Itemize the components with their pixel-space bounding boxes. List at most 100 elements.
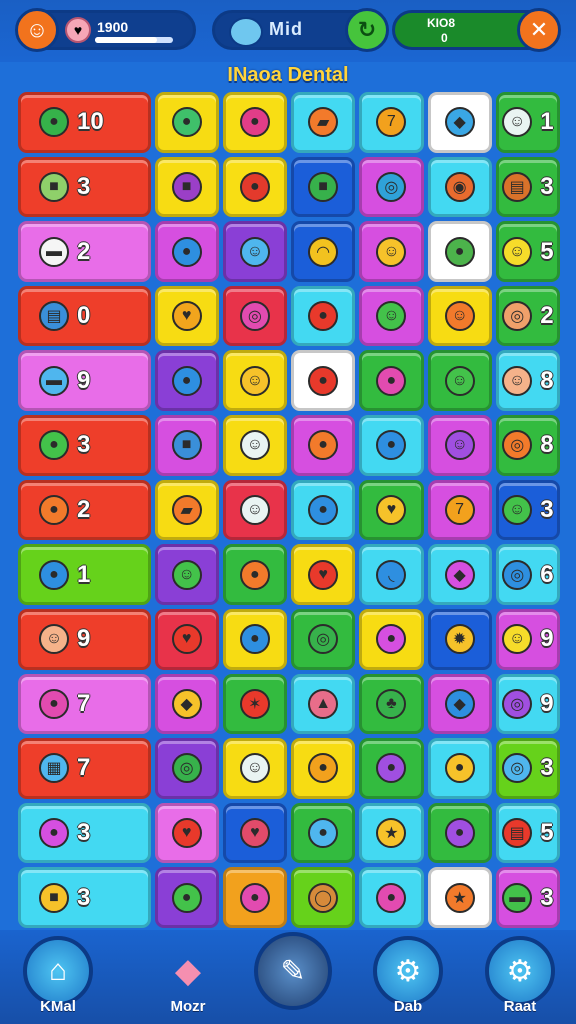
tile-r7-c5[interactable]: ◟ [359, 544, 424, 605]
tile-r8-c2[interactable]: ♥ [154, 608, 219, 670]
tile-r6-c5[interactable]: ♥ [359, 479, 424, 541]
tile-r7-c7[interactable]: ◎ 6 [495, 544, 560, 605]
tile-r1-c7[interactable]: ▤ 3 [495, 156, 560, 218]
tile-r6-c7[interactable]: ☺ 3 [495, 479, 560, 541]
tile-r11-c3[interactable]: ♥ [222, 802, 287, 864]
tile-r6-c3[interactable]: ☺ [222, 479, 287, 541]
tile-r6-c6[interactable]: 7 [427, 479, 492, 541]
tile-r4-c6[interactable]: ☺ [427, 350, 492, 412]
tile-r11-c4[interactable]: ● [291, 802, 356, 864]
tile-r5-c0[interactable]: ● 3 [18, 415, 151, 476]
nav-pencil-button[interactable]: ✎ [254, 932, 332, 1010]
tile-r1-c0[interactable]: ■ 3 [18, 156, 151, 218]
tile-r5-c2[interactable]: ■ [154, 415, 219, 476]
tile-r12-c7[interactable]: ▬ 3 [495, 867, 560, 928]
tile-r5-c7[interactable]: ◎ 8 [495, 415, 560, 476]
tile-r7-c2[interactable]: ☺ [154, 544, 219, 605]
tile-r8-c4[interactable]: ◎ [291, 608, 356, 670]
tile-r0-c0[interactable]: ● 10 [18, 92, 151, 153]
tile-r8-c0[interactable]: ☺ 9 [18, 608, 151, 670]
tile-r11-c5[interactable]: ★ [359, 802, 424, 864]
tile-r9-c2[interactable]: ◆ [154, 673, 219, 735]
tile-r2-c4[interactable]: ◠ [291, 221, 356, 282]
tile-r4-c0[interactable]: ▬ 9 [18, 350, 151, 412]
tile-r10-c6[interactable]: ● [427, 738, 492, 799]
nav-settings-button[interactable]: ⚙ [485, 936, 555, 1006]
tile-r11-c0[interactable]: ● 3 [18, 802, 151, 864]
tile-r10-c4[interactable]: ● [291, 738, 356, 799]
tile-r1-c5[interactable]: ◎ [359, 156, 424, 218]
tile-r4-c2[interactable]: ● [154, 350, 219, 412]
tile-r9-c4[interactable]: ▲ [291, 673, 356, 735]
nav-eraser-button[interactable]: ◆ [153, 936, 223, 1006]
tile-r7-c0[interactable]: ● 1 [18, 544, 151, 605]
tile-r11-c7[interactable]: ▤ 5 [495, 802, 560, 864]
tile-r9-c7[interactable]: ◎ 9 [495, 673, 560, 735]
tile-r5-c6[interactable]: ☺ [427, 415, 492, 476]
tile-r6-c4[interactable]: ● [291, 479, 356, 541]
tile-r4-c7[interactable]: ☺ 8 [495, 350, 560, 412]
tile-r7-c4[interactable]: ♥ [291, 544, 356, 605]
tile-r5-c4[interactable]: ● [291, 415, 356, 476]
tile-r7-c3[interactable]: ● [222, 544, 287, 605]
tile-r6-c0[interactable]: ● 2 [18, 479, 151, 541]
tile-r3-c3[interactable]: ◎ [222, 285, 287, 347]
tile-r7-c6[interactable]: ◆ [427, 544, 492, 605]
tile-r8-c7[interactable]: ☺ 9 [495, 608, 560, 670]
tile-r3-c7[interactable]: ◎ 2 [495, 285, 560, 347]
tile-r3-c4[interactable]: ● [291, 285, 356, 347]
tile-r6-c2[interactable]: ▰ [154, 479, 219, 541]
tile-r3-c5[interactable]: ☺ [359, 285, 424, 347]
tile-r10-c3[interactable]: ☺ [222, 738, 287, 799]
tile-r10-c0[interactable]: ▦ 7 [18, 738, 151, 799]
tile-r0-c6[interactable]: ◆ [427, 92, 492, 153]
tile-r3-c0[interactable]: ▤ 0 [18, 285, 151, 347]
tile-r8-c5[interactable]: ● [359, 608, 424, 670]
tile-r1-c4[interactable]: ■ [291, 156, 356, 218]
tile-r5-c3[interactable]: ☺ [222, 415, 287, 476]
tile-r1-c3[interactable]: ● [222, 156, 287, 218]
tile-r1-c2[interactable]: ■ [154, 156, 219, 218]
tile-r0-c4[interactable]: ▰ [291, 92, 356, 153]
tile-r9-c5[interactable]: ♣ [359, 673, 424, 735]
tile-r11-c2[interactable]: ♥ [154, 802, 219, 864]
tile-r12-c3[interactable]: ● [222, 867, 287, 928]
nav-home-button[interactable]: ⌂ [23, 936, 93, 1006]
tile-r8-c3[interactable]: ● [222, 608, 287, 670]
tile-r2-c7[interactable]: ☺ 5 [495, 221, 560, 282]
tile-r3-c2[interactable]: ♥ [154, 285, 219, 347]
tile-r10-c7[interactable]: ◎ 3 [495, 738, 560, 799]
tile-r2-c5[interactable]: ☺ [359, 221, 424, 282]
player-avatar-icon[interactable]: ☺ [15, 8, 59, 52]
green-ball-icon: ☺ [376, 301, 407, 332]
nav-gear-button[interactable]: ⚙ [373, 936, 443, 1006]
tile-r9-c3[interactable]: ✶ [222, 673, 287, 735]
tile-r12-c0[interactable]: ■ 3 [18, 867, 151, 928]
tile-r0-c2[interactable]: ● [154, 92, 219, 153]
tile-r12-c2[interactable]: ● [154, 867, 219, 928]
tile-r5-c5[interactable]: ● [359, 415, 424, 476]
tile-r1-c6[interactable]: ◉ [427, 156, 492, 218]
tile-r12-c5[interactable]: ● [359, 867, 424, 928]
tile-r4-c4[interactable]: ● [291, 350, 356, 412]
tile-r9-c6[interactable]: ◆ [427, 673, 492, 735]
tile-r2-c6[interactable]: ● [427, 221, 492, 282]
tile-r12-c4[interactable]: ◯ [291, 867, 356, 928]
tile-r0-c5[interactable]: 7 [359, 92, 424, 153]
tile-r0-c3[interactable]: ● [222, 92, 287, 153]
tile-r10-c2[interactable]: ◎ [154, 738, 219, 799]
close-icon[interactable]: ✕ [517, 8, 561, 52]
refresh-button[interactable]: ↻ [345, 8, 389, 52]
tile-r8-c6[interactable]: ✹ [427, 608, 492, 670]
tile-r9-c0[interactable]: ● 7 [18, 673, 151, 735]
tile-r2-c2[interactable]: ● [154, 221, 219, 282]
tile-r2-c3[interactable]: ☺ [222, 221, 287, 282]
tile-r2-c0[interactable]: ▬ 2 [18, 221, 151, 282]
tile-r4-c3[interactable]: ☺ [222, 350, 287, 412]
tile-r4-c5[interactable]: ● [359, 350, 424, 412]
tile-r10-c5[interactable]: ● [359, 738, 424, 799]
tile-r12-c6[interactable]: ★ [427, 867, 492, 928]
tile-r3-c6[interactable]: ☺ [427, 285, 492, 347]
tile-r0-c7[interactable]: ☺ 1 [495, 92, 560, 153]
tile-r11-c6[interactable]: ● [427, 802, 492, 864]
